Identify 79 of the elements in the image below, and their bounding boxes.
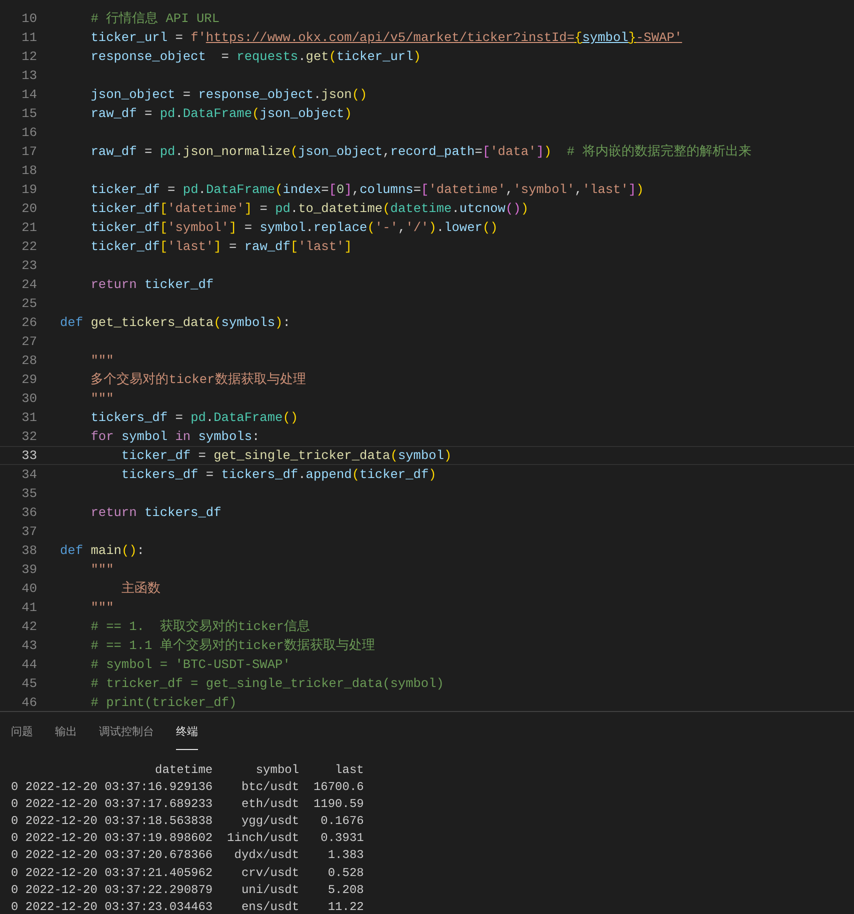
panel-tab[interactable]: 问题: [11, 720, 33, 750]
code-line: """: [90, 390, 114, 407]
line-number: 11: [20, 29, 37, 46]
code-line: tickers_df = tickers_df.append(ticker_df): [120, 466, 436, 483]
line-number: 30: [20, 390, 37, 407]
line-number: 13: [20, 67, 37, 84]
line-number: 34: [20, 466, 37, 483]
terminal-line: 0 2022-12-20 03:37:20.678366 dydx/usdt 1.383: [11, 847, 364, 864]
line-number: 38: [20, 542, 37, 559]
code-line: # print(tricker_df): [90, 694, 237, 711]
code-line: raw_df = pd.json_normalize(json_object,record_path=['data']) # 将内嵌的数据完整的解析出来: [90, 143, 752, 160]
terminal-line: 0 2022-12-20 03:37:16.929136 btc/usdt 16700.6: [11, 779, 364, 796]
code-line: for symbol in symbols:: [90, 428, 260, 445]
code-line: raw_df = pd.DataFrame(json_object): [90, 105, 352, 122]
line-number: 22: [20, 238, 37, 255]
line-number: 15: [20, 105, 37, 122]
line-number: 28: [20, 352, 37, 369]
code-line: json_object = response_object.json(): [90, 86, 368, 103]
line-number: 40: [20, 580, 37, 597]
line-number: 29: [20, 371, 37, 388]
line-number: 43: [20, 637, 37, 654]
code-line: tickers_df = pd.DataFrame(): [90, 409, 298, 426]
panel-tab[interactable]: 调试控制台: [99, 720, 154, 750]
terminal-line: 0 2022-12-20 03:37:23.034463 ens/usdt 11.22: [11, 898, 364, 914]
code-line: # symbol = 'BTC-USDT-SWAP': [90, 656, 290, 673]
code-line: # 行情信息 API URL: [90, 10, 220, 27]
code-line: def get_tickers_data(symbols):: [60, 314, 290, 331]
code-line: """: [90, 599, 114, 616]
code-line: ticker_df['symbol'] = symbol.replace('-','/').lower(): [90, 219, 498, 236]
panel-tab[interactable]: 输出: [55, 720, 77, 750]
line-number: 27: [20, 333, 37, 350]
line-number: 31: [20, 409, 37, 426]
line-number: 24: [20, 276, 37, 293]
code-line: # == 1.1 单个交易对的ticker数据获取与处理: [90, 637, 375, 654]
line-number: 41: [20, 599, 37, 616]
code-line: def main():: [60, 542, 144, 559]
line-number: 19: [20, 181, 37, 198]
line-number: 26: [20, 314, 37, 331]
terminal-line: 0 2022-12-20 03:37:17.689233 eth/usdt 1190.59: [11, 796, 364, 814]
line-number: 10: [20, 10, 37, 27]
code-line: 多个交易对的ticker数据获取与处理: [90, 371, 306, 388]
line-number: 32: [20, 428, 37, 445]
code-line: # == 1. 获取交易对的ticker信息: [90, 618, 310, 635]
code-line: # tricker_df = get_single_tricker_data(symbol): [90, 675, 444, 692]
code-line: ticker_df['last'] = raw_df['last']: [90, 238, 352, 255]
line-number: 36: [20, 504, 37, 521]
line-number: 25: [20, 295, 37, 312]
line-number: 46: [20, 694, 37, 711]
code-line: response_object = requests.get(ticker_url): [90, 48, 421, 65]
line-number: 23: [20, 257, 37, 274]
line-number: 18: [20, 162, 37, 179]
terminal-line: 0 2022-12-20 03:37:22.290879 uni/usdt 5.208: [11, 882, 364, 899]
line-number: 20: [20, 200, 37, 217]
line-number: 12: [20, 48, 37, 65]
line-number: 44: [20, 656, 37, 673]
terminal-line: 0 2022-12-20 03:37:18.563838 ygg/usdt 0.1676: [11, 813, 364, 830]
code-line: """: [90, 352, 114, 369]
code-line: """: [90, 561, 114, 578]
line-number: 37: [20, 523, 37, 540]
terminal-line: 0 2022-12-20 03:37:19.898602 1inch/usdt 0.3931: [11, 830, 364, 848]
line-number: 17: [20, 143, 37, 160]
line-number: 21: [20, 219, 37, 236]
code-line: ticker_df['datetime'] = pd.to_datetime(datetime.utcnow()): [90, 200, 529, 217]
code-line: return ticker_df: [90, 276, 214, 293]
code-line: 主函数: [120, 580, 160, 597]
terminal-line: datetime symbol last: [154, 762, 364, 779]
line-number: 45: [20, 675, 37, 692]
terminal-line: 0 2022-12-20 03:37:21.405962 crv/usdt 0.528: [11, 864, 364, 882]
panel-tab[interactable]: 终端: [176, 720, 198, 750]
code-line: ticker_df = pd.DataFrame(index=[0],columns=['datetime','symbol','last']): [90, 181, 644, 198]
line-number: 42: [20, 618, 37, 635]
line-number: 33: [20, 447, 37, 464]
code-line: ticker_df = get_single_tricker_data(symbol): [120, 447, 452, 464]
line-number: 16: [20, 124, 37, 141]
line-number: 14: [20, 86, 37, 103]
code-line: return tickers_df: [90, 504, 222, 521]
line-number: 35: [20, 485, 37, 502]
code-line: ticker_url = f'https://www.okx.com/api/v5/market/ticker?instId={symbol}-SWAP': [90, 29, 682, 46]
line-number: 39: [20, 561, 37, 578]
